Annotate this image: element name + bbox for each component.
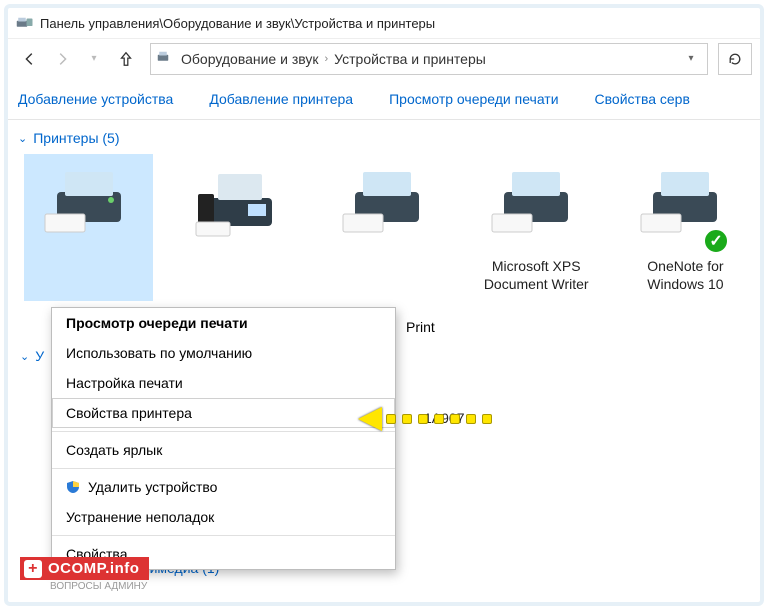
watermark-sub: ВОПРОСЫ АДМИНУ <box>50 581 147 592</box>
device-item-3[interactable]: Microsoft XPS Document Writer <box>472 154 601 301</box>
devices-printers-icon <box>16 16 34 30</box>
group-printers[interactable]: ⌄ Принтеры (5) <box>18 126 750 150</box>
device-label: OneNote for Windows 10 <box>621 254 750 301</box>
partial-visible-label: Print <box>406 319 435 335</box>
printer-icon <box>322 154 451 254</box>
menu-divider <box>52 535 395 536</box>
cmd-server-properties[interactable]: Свойства серв <box>595 91 690 107</box>
device-label: Microsoft XPS Document Writer <box>472 254 601 301</box>
menu-printer-properties[interactable]: Свойства принтера <box>52 398 395 428</box>
printer-icon <box>24 154 153 254</box>
arrow-head-icon <box>358 407 382 431</box>
back-button[interactable] <box>16 45 44 73</box>
watermark-logo: + OCOMP.info ВОПРОСЫ АДМИНУ <box>20 557 149 580</box>
annotation-arrow <box>358 407 492 431</box>
printer-icon <box>472 154 601 254</box>
cmd-view-queue[interactable]: Просмотр очереди печати <box>389 91 558 107</box>
chevron-down-icon: ⌄ <box>20 350 29 363</box>
arrow-dots <box>386 414 492 424</box>
group-printers-label: Принтеры (5) <box>33 130 119 146</box>
menu-remove-device-label: Удалить устройство <box>88 479 217 495</box>
titlebar: Панель управления\Оборудование и звук\Ус… <box>8 8 760 38</box>
menu-create-shortcut[interactable]: Создать ярлык <box>52 435 395 465</box>
chevron-right-icon[interactable]: › <box>325 53 329 65</box>
menu-remove-device[interactable]: Удалить устройство <box>52 472 395 502</box>
device-label <box>24 254 153 298</box>
fax-icon <box>173 154 302 254</box>
breadcrumb-segment-1[interactable]: Оборудование и звук <box>181 51 319 67</box>
uac-shield-icon <box>66 480 80 494</box>
breadcrumb-segment-2[interactable]: Устройства и принтеры <box>334 51 486 67</box>
printers-list: Microsoft XPS Document Writer ✓ OneNote … <box>18 150 750 301</box>
address-dropdown[interactable]: ▾ <box>681 53 701 64</box>
device-item-fax[interactable] <box>173 154 302 301</box>
device-item-4[interactable]: ✓ OneNote for Windows 10 <box>621 154 750 301</box>
menu-print-settings[interactable]: Настройка печати <box>52 368 395 398</box>
refresh-button[interactable] <box>718 43 752 75</box>
menu-divider <box>52 431 395 432</box>
command-bar: Добавление устройства Добавление принтер… <box>8 78 760 120</box>
printer-icon <box>621 154 750 254</box>
recent-locations-dropdown[interactable]: ▾ <box>80 45 108 73</box>
group-devices-label: У <box>35 348 44 364</box>
menu-view-queue[interactable]: Просмотр очереди печати <box>52 308 395 338</box>
plus-icon: + <box>24 560 42 578</box>
group-devices[interactable]: ⌄ У <box>20 348 44 364</box>
navigation-row: ▾ Оборудование и звук › Устройства и при… <box>8 38 760 78</box>
menu-divider <box>52 468 395 469</box>
up-button[interactable] <box>112 45 140 73</box>
cmd-add-printer[interactable]: Добавление принтера <box>209 91 353 107</box>
device-item-2[interactable] <box>322 154 451 301</box>
menu-set-default[interactable]: Использовать по умолчанию <box>52 338 395 368</box>
default-check-badge: ✓ <box>702 227 730 255</box>
devices-printers-small-icon <box>157 50 175 67</box>
context-menu: Просмотр очереди печати Использовать по … <box>51 307 396 570</box>
forward-button[interactable] <box>48 45 76 73</box>
menu-troubleshoot[interactable]: Устранение неполадок <box>52 502 395 532</box>
cmd-add-device[interactable]: Добавление устройства <box>18 91 173 107</box>
device-label <box>322 254 451 298</box>
watermark-text: OCOMP.info <box>48 560 139 577</box>
device-label <box>173 254 302 298</box>
address-bar[interactable]: Оборудование и звук › Устройства и принт… <box>150 43 708 75</box>
chevron-down-icon: ⌄ <box>18 132 27 145</box>
device-item-selected[interactable] <box>24 154 153 301</box>
window-title: Панель управления\Оборудование и звук\Ус… <box>40 16 435 31</box>
control-panel-window: Панель управления\Оборудование и звук\Ус… <box>4 4 764 606</box>
